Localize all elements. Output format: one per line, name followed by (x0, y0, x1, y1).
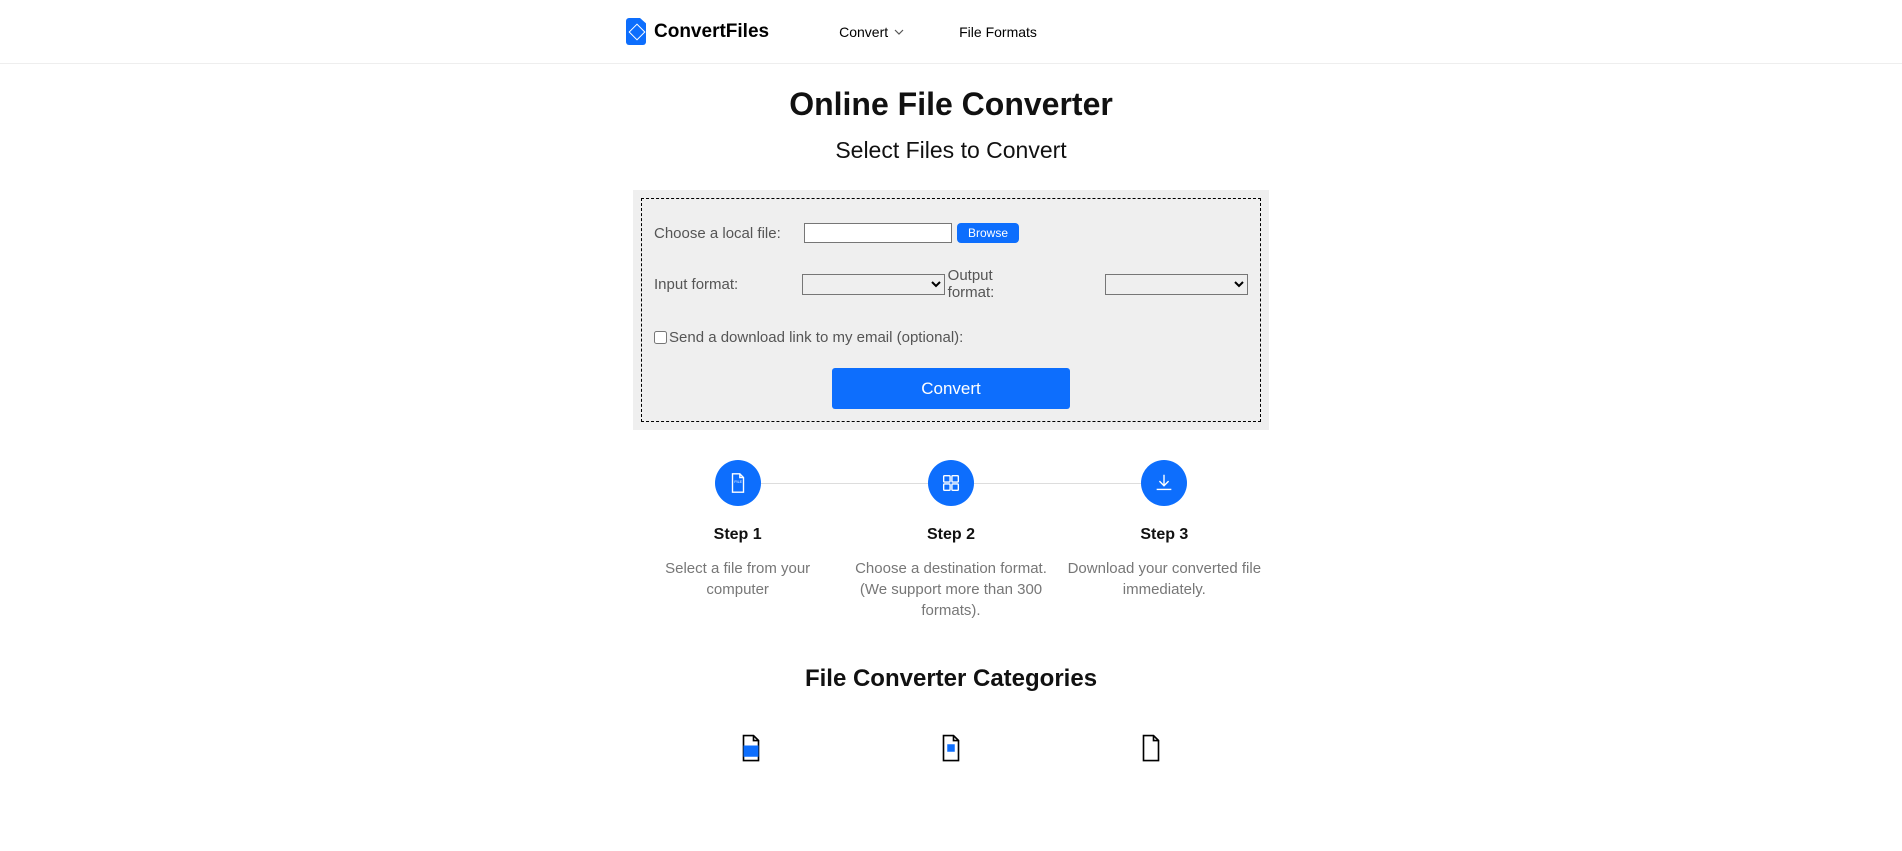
step-1: FILE Step 1 Select a file from your comp… (631, 460, 844, 621)
svg-text:FILE: FILE (734, 480, 742, 484)
email-row: Send a download link to my email (option… (654, 329, 1248, 346)
nav: Convert File Formats (839, 24, 1037, 40)
email-label: Send a download link to my email (option… (669, 329, 963, 346)
browse-button[interactable]: Browse (957, 223, 1019, 243)
main: Online File Converter Select Files to Co… (401, 64, 1501, 763)
email-checkbox[interactable] (654, 331, 667, 344)
brand-name: ConvertFiles (654, 21, 769, 43)
step-1-desc: Select a file from your computer (631, 558, 844, 600)
steps: FILE Step 1 Select a file from your comp… (631, 460, 1271, 621)
file-row: Choose a local file: Browse (654, 223, 1248, 243)
page-title: Online File Converter (401, 86, 1501, 123)
categories-title: File Converter Categories (401, 665, 1501, 693)
category-icon-3[interactable] (1136, 733, 1166, 763)
input-format-select[interactable] (802, 274, 945, 295)
step-1-title: Step 1 (631, 526, 844, 544)
nav-file-formats-label: File Formats (959, 24, 1037, 40)
format-row: Input format: Output format: (654, 267, 1248, 301)
output-format-label: Output format: (948, 267, 1042, 301)
step-3: Step 3 Download your converted file imme… (1058, 460, 1271, 621)
step-2: Step 2 Choose a destination format. (We … (844, 460, 1057, 621)
chevron-down-icon (894, 27, 904, 37)
header: ConvertFiles Convert File Formats (0, 0, 1902, 64)
step-3-desc: Download your converted file immediately… (1058, 558, 1271, 600)
categories-row (401, 733, 1501, 763)
file-icon: FILE (715, 460, 761, 506)
convert-button[interactable]: Convert (832, 368, 1070, 409)
step-2-title: Step 2 (844, 526, 1057, 544)
logo-icon (626, 18, 646, 45)
convert-dropzone[interactable]: Choose a local file: Browse Input format… (641, 198, 1261, 422)
nav-file-formats[interactable]: File Formats (959, 24, 1037, 40)
nav-convert[interactable]: Convert (839, 24, 904, 40)
grid-icon (928, 460, 974, 506)
download-icon (1141, 460, 1187, 506)
output-format-select[interactable] (1105, 274, 1248, 295)
input-format-label: Input format: (654, 276, 802, 293)
convert-panel: Choose a local file: Browse Input format… (633, 190, 1269, 430)
choose-file-label: Choose a local file: (654, 225, 804, 242)
category-icon-1[interactable] (736, 733, 766, 763)
step-2-desc: Choose a destination format. (We support… (844, 558, 1057, 621)
file-input[interactable] (804, 223, 952, 243)
page-subtitle: Select Files to Convert (401, 137, 1501, 164)
logo[interactable]: ConvertFiles (626, 18, 769, 45)
nav-convert-label: Convert (839, 24, 888, 40)
step-3-title: Step 3 (1058, 526, 1271, 544)
category-icon-2[interactable] (936, 733, 966, 763)
